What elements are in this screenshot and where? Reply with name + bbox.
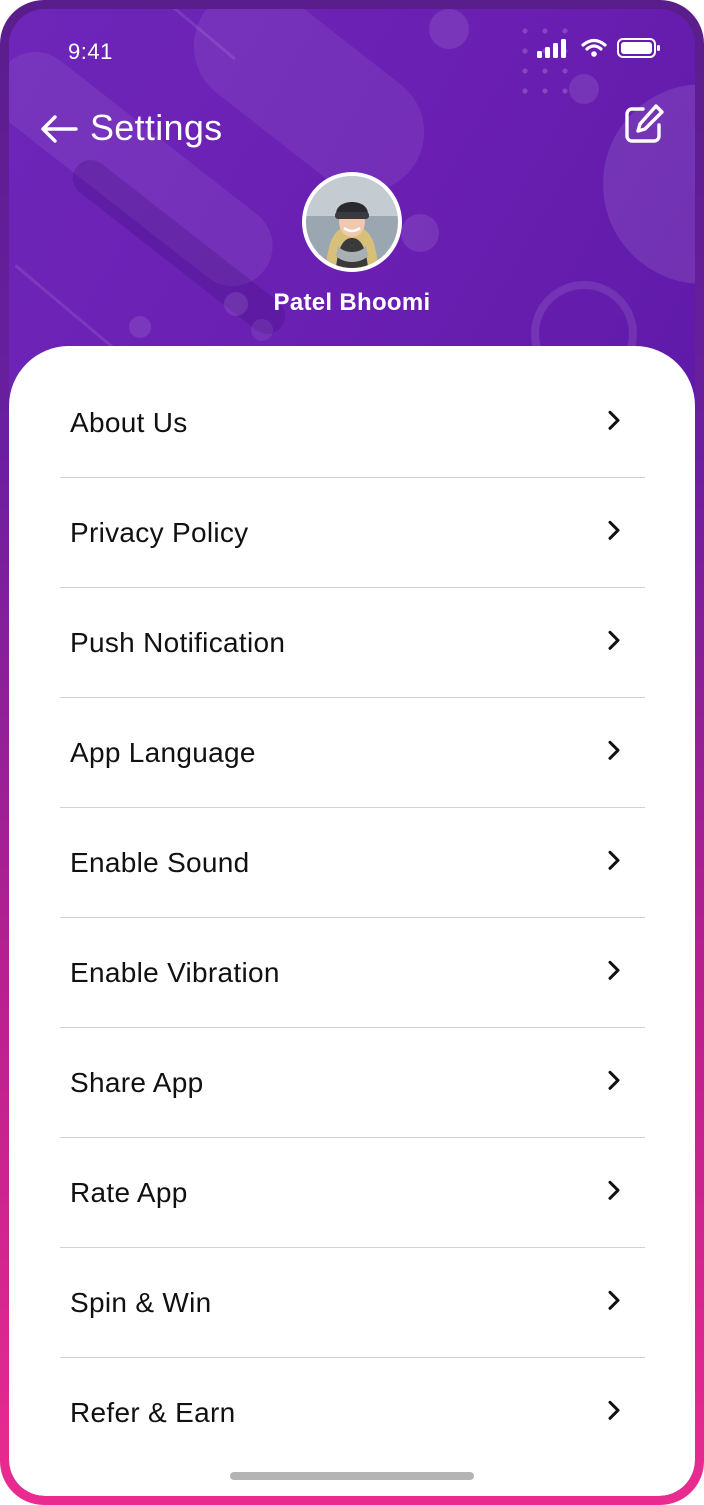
chevron-right-icon	[608, 740, 620, 760]
settings-item-label: Push Notification	[70, 626, 286, 658]
chevron-right-icon	[608, 410, 620, 430]
settings-item-label: Rate App	[70, 1176, 188, 1208]
settings-item-push-notification[interactable]: Push Notification	[60, 588, 645, 698]
battery-icon	[617, 37, 661, 63]
chevron-right-icon	[608, 1180, 620, 1200]
decoration-circle	[129, 316, 151, 338]
settings-item-refer-and-earn[interactable]: Refer & Earn	[60, 1358, 645, 1467]
status-time: 9:41	[68, 39, 113, 64]
settings-item-label: Privacy Policy	[70, 516, 249, 548]
signal-icon	[537, 38, 571, 63]
back-button[interactable]	[37, 109, 81, 153]
wifi-icon	[581, 38, 607, 63]
settings-item-label: Spin & Win	[70, 1286, 212, 1318]
chevron-right-icon	[608, 1070, 620, 1090]
settings-item-label: Enable Vibration	[70, 956, 280, 988]
edit-icon	[623, 103, 665, 150]
home-indicator[interactable]	[230, 1472, 474, 1480]
settings-item-share-app[interactable]: Share App	[60, 1028, 645, 1138]
chevron-right-icon	[608, 520, 620, 540]
profile-name: Patel Bhoomi	[273, 289, 431, 316]
status-bar: 9:41	[9, 9, 695, 89]
settings-item-enable-vibration[interactable]: Enable Vibration	[60, 918, 645, 1028]
settings-item-label: App Language	[70, 736, 256, 768]
settings-item-label: Share App	[70, 1066, 204, 1098]
settings-item-spin-and-win[interactable]: Spin & Win	[60, 1248, 645, 1358]
chevron-right-icon	[608, 1290, 620, 1310]
avatar[interactable]	[302, 172, 402, 272]
settings-list: About Us Privacy Policy Push Notificatio…	[60, 368, 645, 1467]
settings-item-label: About Us	[70, 406, 188, 438]
settings-item-enable-sound[interactable]: Enable Sound	[60, 808, 645, 918]
settings-item-privacy-policy[interactable]: Privacy Policy	[60, 478, 645, 588]
chevron-right-icon	[608, 960, 620, 980]
chevron-right-icon	[608, 630, 620, 650]
settings-card: About Us Privacy Policy Push Notificatio…	[9, 346, 695, 1496]
decoration-circle	[251, 319, 273, 341]
nav-row: Settings	[9, 101, 695, 161]
decoration-circle	[401, 214, 439, 252]
status-icons	[537, 37, 661, 63]
settings-item-app-language[interactable]: App Language	[60, 698, 645, 808]
settings-item-rate-app[interactable]: Rate App	[60, 1138, 645, 1248]
chevron-right-icon	[608, 1400, 620, 1420]
page-title: Settings	[90, 107, 223, 148]
arrow-left-icon	[39, 114, 79, 149]
edit-button[interactable]	[621, 103, 667, 149]
phone-frame: 9:41 Settings Patel Bhoomi About Us Priv…	[0, 0, 704, 1505]
avatar-image	[306, 176, 398, 268]
screen: 9:41 Settings Patel Bhoomi About Us Priv…	[9, 9, 695, 1496]
settings-item-about-us[interactable]: About Us	[60, 368, 645, 478]
chevron-right-icon	[608, 850, 620, 870]
settings-item-label: Refer & Earn	[70, 1396, 236, 1428]
settings-item-label: Enable Sound	[70, 846, 250, 878]
